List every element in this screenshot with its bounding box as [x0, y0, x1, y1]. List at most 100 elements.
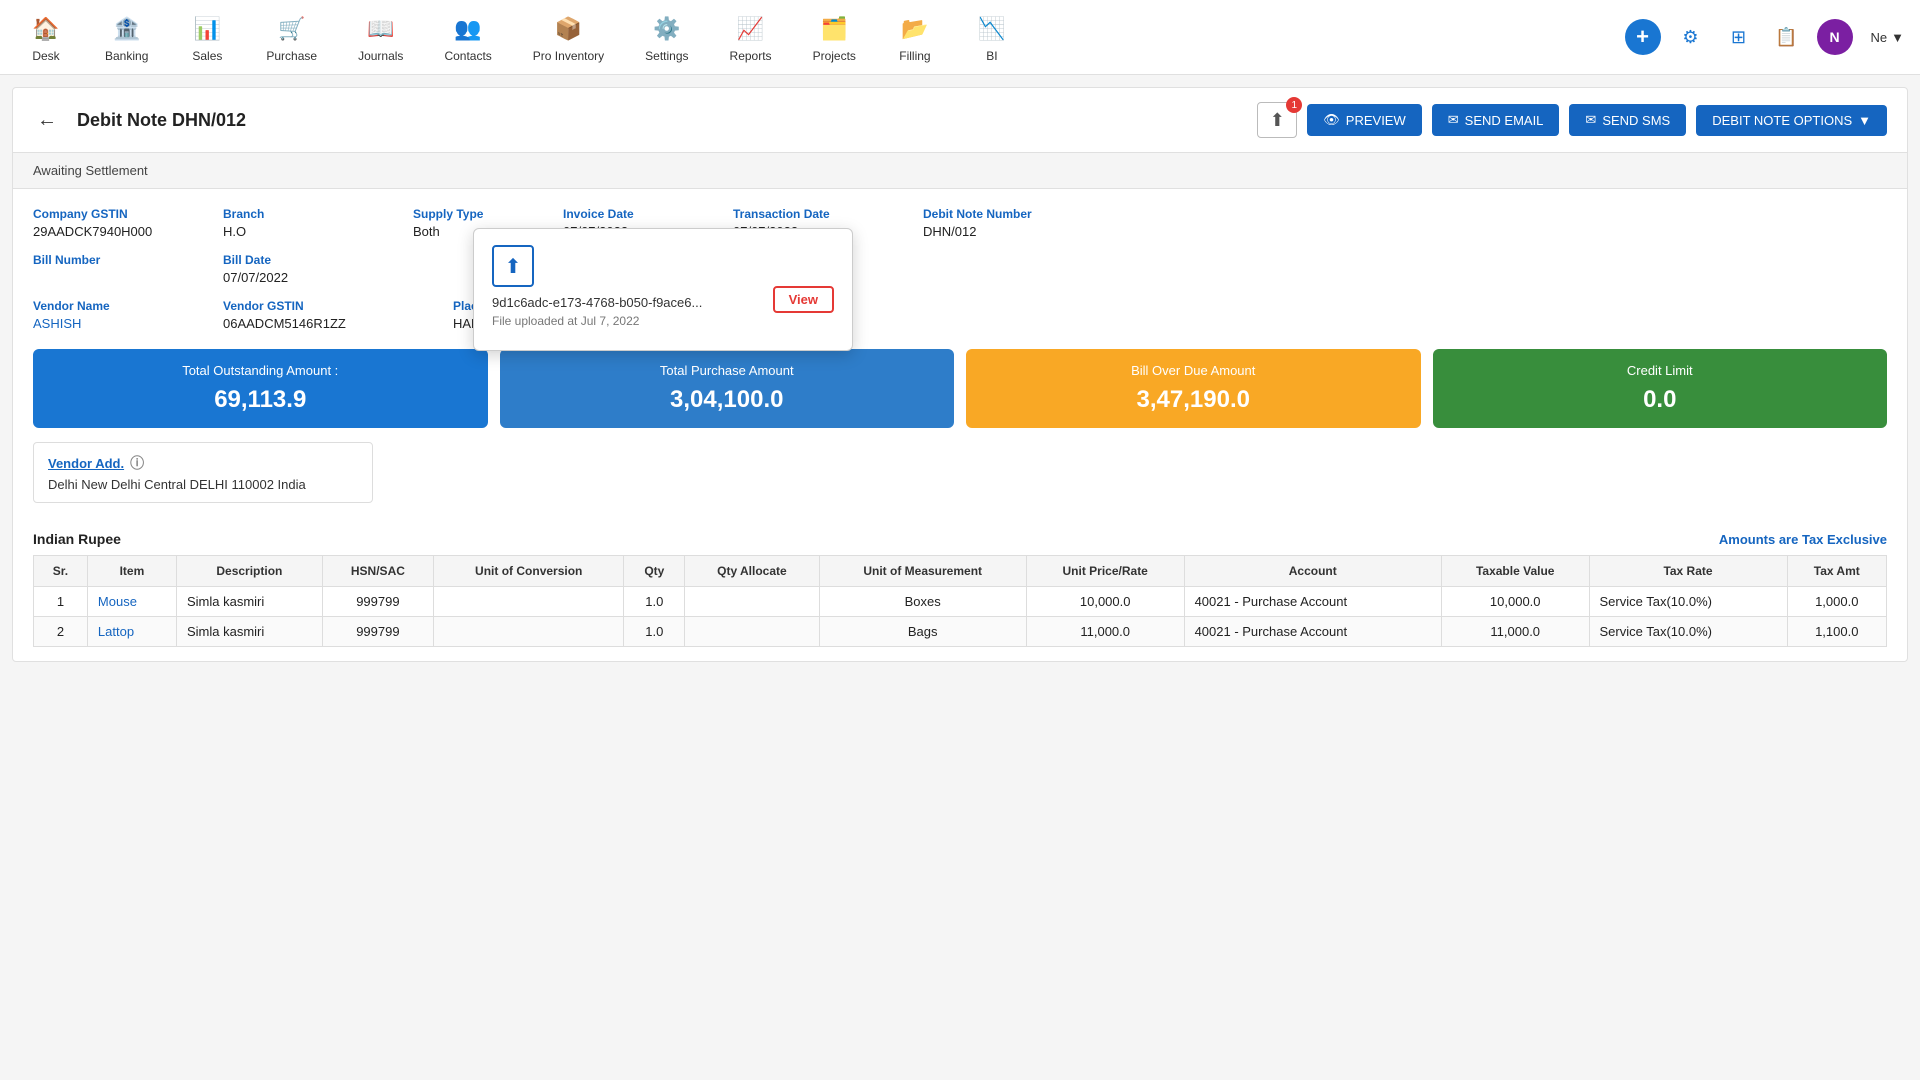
table-row: 2 Lattop Simla kasmiri 999799 1.0 Bags 1… — [34, 617, 1887, 647]
user-avatar[interactable]: N — [1817, 19, 1853, 55]
cell-sr: 2 — [34, 617, 88, 647]
debit-note-options-button[interactable]: DEBIT NOTE OPTIONS ▼ — [1696, 105, 1887, 136]
invoice-date-label: Invoice Date — [563, 207, 703, 221]
nav-filling-label: Filling — [899, 49, 930, 63]
preview-icon: 👁 — [1323, 112, 1340, 128]
send-sms-button[interactable]: ✉ SEND SMS — [1569, 104, 1686, 136]
send-email-button[interactable]: ✉ SEND EMAIL — [1432, 104, 1560, 136]
col-item: Item — [87, 556, 176, 587]
nav-item-projects[interactable]: 🗂️ Projects — [795, 3, 874, 71]
nav-item-journals[interactable]: 📖 Journals — [340, 3, 421, 71]
top-nav: 🏠 Desk 🏦 Banking 📊 Sales 🛒 Purchase 📖 Jo… — [0, 0, 1920, 75]
cell-item[interactable]: Lattop — [87, 617, 176, 647]
bi-icon: 📉 — [974, 11, 1010, 47]
upload-button[interactable]: ⬆ 1 — [1257, 102, 1297, 138]
table-row: 1 Mouse Simla kasmiri 999799 1.0 Boxes 1… — [34, 587, 1887, 617]
new-label: Ne — [1871, 30, 1888, 45]
nav-purchase-label: Purchase — [266, 49, 317, 63]
purchase-icon: 🛒 — [274, 11, 310, 47]
nav-sales-label: Sales — [192, 49, 222, 63]
summary-card-purchase: Total Purchase Amount 3,04,100.0 — [500, 349, 955, 428]
bill-date-value: 07/07/2022 — [223, 270, 383, 285]
cell-unit-price: 10,000.0 — [1026, 587, 1184, 617]
page-title: Debit Note DHN/012 — [77, 110, 1241, 131]
back-button[interactable]: ← — [33, 106, 61, 134]
nav-desk-label: Desk — [32, 49, 59, 63]
overdue-value: 3,47,190.0 — [1137, 386, 1250, 414]
cell-unit-conversion — [434, 617, 624, 647]
nav-item-sales[interactable]: 📊 Sales — [171, 3, 243, 71]
purchase-label: Total Purchase Amount — [660, 363, 794, 378]
summary-card-overdue: Bill Over Due Amount 3,47,190.0 — [966, 349, 1421, 428]
cell-description: Simla kasmiri — [176, 587, 322, 617]
vendor-address-section: Vendor Add. ⓘ Delhi New Delhi Central DE… — [33, 442, 373, 503]
vendor-name-group: Vendor Name ASHISH — [33, 299, 193, 331]
cell-tax-rate: Service Tax(10.0%) — [1589, 617, 1787, 647]
form-row-3: Vendor Name ASHISH Vendor GSTIN 06AADCM5… — [33, 299, 1887, 331]
col-qty-allocate: Qty Allocate — [685, 556, 819, 587]
cell-qty: 1.0 — [624, 617, 685, 647]
info-icon: ⓘ — [130, 453, 144, 473]
banking-icon: 🏦 — [109, 11, 145, 47]
company-gstin-label: Company GSTIN — [33, 207, 193, 221]
gear-icon[interactable]: ⚙ — [1673, 19, 1709, 55]
sales-icon: 📊 — [189, 11, 225, 47]
col-unit-measurement: Unit of Measurement — [819, 556, 1026, 587]
cell-taxable-value: 10,000.0 — [1441, 587, 1589, 617]
summary-card-outstanding: Total Outstanding Amount : 69,113.9 — [33, 349, 488, 428]
summary-cards: Total Outstanding Amount : 69,113.9 Tota… — [33, 349, 1887, 428]
summary-card-credit: Credit Limit 0.0 — [1433, 349, 1888, 428]
cell-account: 40021 - Purchase Account — [1184, 587, 1441, 617]
popup-date: File uploaded at Jul 7, 2022 — [492, 314, 702, 328]
status-bar: Awaiting Settlement — [13, 153, 1907, 189]
cell-hsn: 999799 — [322, 617, 433, 647]
settings-icon: ⚙️ — [649, 11, 685, 47]
cell-item[interactable]: Mouse — [87, 587, 176, 617]
vendor-add-link[interactable]: Vendor Add. — [48, 456, 124, 471]
nav-reports-label: Reports — [730, 49, 772, 63]
add-button[interactable]: + — [1625, 19, 1661, 55]
nav-item-filling[interactable]: 📂 Filling — [879, 3, 951, 71]
nav-bi-label: BI — [986, 49, 997, 63]
credit-label: Credit Limit — [1627, 363, 1693, 378]
cell-tax-amt: 1,100.0 — [1787, 617, 1886, 647]
col-account: Account — [1184, 556, 1441, 587]
form-row-2: Bill Number Bill Date 07/07/2022 — [33, 253, 1887, 285]
nav-item-pro-inventory[interactable]: 📦 Pro Inventory — [515, 3, 622, 71]
debit-options-label: DEBIT NOTE OPTIONS — [1712, 113, 1852, 128]
nav-item-settings[interactable]: ⚙️ Settings — [627, 3, 706, 71]
nav-item-banking[interactable]: 🏦 Banking — [87, 3, 166, 71]
nav-item-contacts[interactable]: 👥 Contacts — [426, 3, 509, 71]
vendor-gstin-value: 06AADCM5146R1ZZ — [223, 316, 423, 331]
debit-note-number-value: DHN/012 — [923, 224, 1083, 239]
send-sms-label: SEND SMS — [1602, 113, 1670, 128]
status-label: Awaiting Settlement — [33, 163, 148, 178]
col-sr: Sr. — [34, 556, 88, 587]
grid-icon[interactable]: ⊞ — [1721, 19, 1757, 55]
new-dropdown[interactable]: Ne ▼ — [1865, 26, 1911, 49]
nav-item-desk[interactable]: 🏠 Desk — [10, 3, 82, 71]
chevron-down-icon: ▼ — [1891, 30, 1904, 45]
credit-value: 0.0 — [1643, 386, 1676, 414]
company-gstin-group: Company GSTIN 29AADCK7940H000 — [33, 207, 193, 239]
nav-item-purchase[interactable]: 🛒 Purchase — [248, 3, 335, 71]
note-icon[interactable]: 📋 — [1769, 19, 1805, 55]
preview-button[interactable]: 👁 PREVIEW — [1307, 104, 1421, 136]
popup-view-button[interactable]: View — [773, 286, 834, 313]
cell-qty-allocate — [685, 617, 819, 647]
bill-date-group: Bill Date 07/07/2022 — [223, 253, 383, 285]
debit-note-number-label: Debit Note Number — [923, 207, 1083, 221]
vendor-name-label: Vendor Name — [33, 299, 193, 313]
table-body: 1 Mouse Simla kasmiri 999799 1.0 Boxes 1… — [34, 587, 1887, 647]
nav-item-reports[interactable]: 📈 Reports — [712, 3, 790, 71]
nav-item-bi[interactable]: 📉 BI — [956, 3, 1028, 71]
cell-unit-price: 11,000.0 — [1026, 617, 1184, 647]
journals-icon: 📖 — [363, 11, 399, 47]
data-table: Sr. Item Description HSN/SAC Unit of Con… — [33, 555, 1887, 647]
upload-icon: ⬆ — [1270, 110, 1285, 131]
table-section: Indian Rupee Amounts are Tax Exclusive S… — [33, 531, 1887, 647]
pro-inventory-icon: 📦 — [550, 11, 586, 47]
form-row-1: Company GSTIN 29AADCK7940H000 Branch H.O… — [33, 207, 1887, 239]
popup-filename: 9d1c6adc-e173-4768-b050-f9ace6... — [492, 295, 702, 310]
vendor-gstin-label: Vendor GSTIN — [223, 299, 423, 313]
